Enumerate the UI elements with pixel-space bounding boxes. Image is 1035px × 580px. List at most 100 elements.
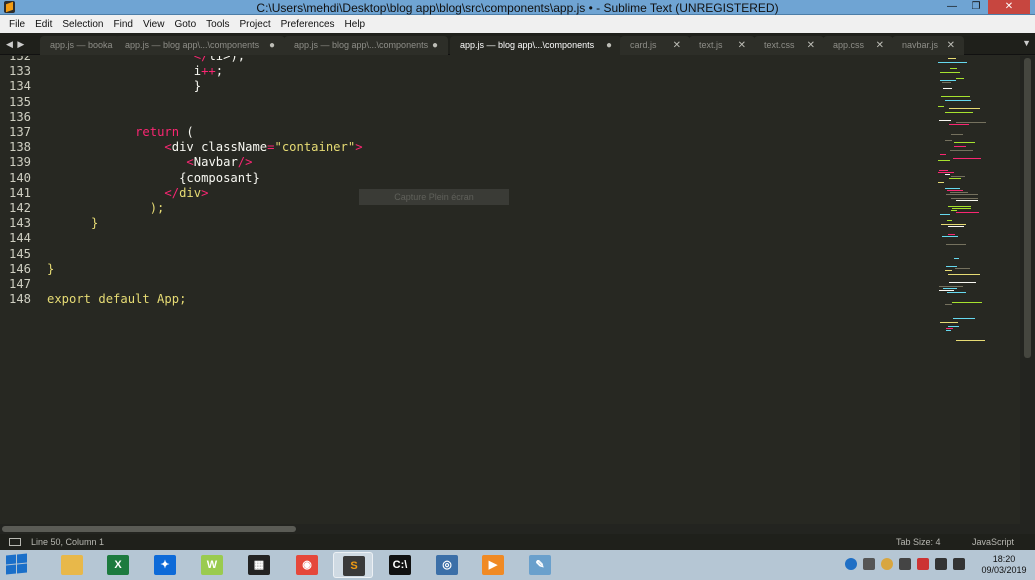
code-line[interactable]: 140 {composant}	[0, 171, 933, 186]
minimap-line	[943, 88, 952, 89]
tab-close-icon[interactable]: ✕	[738, 36, 746, 55]
tab-close-icon[interactable]: ✕	[876, 36, 884, 55]
tray-up-arrow-icon[interactable]	[863, 558, 875, 570]
tab-bar: ◀ ▶ ▼ app.js — booka app.js — blog app\..…	[0, 33, 1035, 55]
maximize-button[interactable]: ❐	[964, 0, 988, 14]
menu-goto[interactable]: Goto	[169, 19, 201, 30]
windows-logo-pane	[17, 553, 27, 564]
minimap-line	[946, 244, 966, 245]
unsaved-dot-icon[interactable]: ●	[432, 36, 438, 55]
taskbar-paint-app[interactable]: ▦	[239, 552, 279, 578]
tab-close-icon[interactable]: ✕	[947, 36, 955, 55]
action-center-icon[interactable]	[917, 558, 929, 570]
network-signal-icon[interactable]	[953, 558, 965, 570]
unsaved-dot-icon[interactable]: ●	[269, 36, 275, 55]
tab-3[interactable]: app.js — blog app\...\components ●	[450, 36, 622, 55]
code-line[interactable]: 144	[0, 231, 933, 246]
minimap-line	[948, 58, 956, 59]
minimap-line	[948, 274, 980, 275]
taskbar-command-prompt[interactable]: C:\	[380, 552, 420, 578]
tab-5[interactable]: text.js ✕	[689, 36, 755, 55]
menu-edit[interactable]: Edit	[30, 19, 57, 30]
code-line[interactable]: 133 i++;	[0, 64, 933, 79]
volume-icon[interactable]	[935, 558, 947, 570]
code-line[interactable]: 148 export default App;	[0, 292, 933, 307]
clock-time: 18:20	[992, 554, 1016, 564]
minimap-line	[945, 174, 950, 175]
minimap-line	[939, 120, 951, 121]
horizontal-scrollbar[interactable]	[0, 524, 1035, 534]
windows-logo-pane	[6, 554, 16, 565]
code-line[interactable]: 137 return (	[0, 125, 933, 140]
code-line[interactable]: 146}	[0, 262, 933, 277]
tab-4[interactable]: card.js ✕	[620, 36, 690, 55]
tab-close-icon[interactable]: ✕	[673, 36, 681, 55]
tab-7[interactable]: app.css ✕	[823, 36, 893, 55]
code-line[interactable]: 138 <div className="container">	[0, 140, 933, 155]
tab-6[interactable]: text.css ✕	[754, 36, 824, 55]
help-icon[interactable]	[845, 558, 857, 570]
menu-view[interactable]: View	[138, 19, 170, 30]
tab-list-dropdown-icon[interactable]: ▼	[1022, 38, 1031, 48]
menu-help[interactable]: Help	[340, 19, 371, 30]
taskbar-excel[interactable]: X	[98, 552, 138, 578]
tab-1[interactable]: app.js — blog app\...\components ●	[115, 36, 285, 55]
tab-close-icon[interactable]: ✕	[807, 36, 815, 55]
code-line[interactable]: 139 <Navbar/>	[0, 155, 933, 170]
taskbar-media-player[interactable]: ▶	[473, 552, 513, 578]
menu-project[interactable]: Project	[235, 19, 276, 30]
code-editor[interactable]: 148 export default App; 147 146} 145 144 143 }…	[0, 56, 933, 524]
line-number: 132	[8, 56, 31, 63]
minimap-line	[949, 282, 976, 283]
taskbar-disc-app[interactable]: ◎	[427, 552, 467, 578]
minimap-line	[945, 188, 960, 189]
cursor-position: Line 50, Column 1	[31, 537, 105, 547]
minimap-line	[951, 134, 963, 135]
tab-2[interactable]: app.js — blog app\...\components ●	[284, 36, 448, 55]
menu-file[interactable]: File	[4, 19, 30, 30]
code-line[interactable]: 135	[0, 95, 933, 110]
tab-size-selector[interactable]: Tab Size: 4	[896, 534, 941, 550]
tab-0[interactable]: app.js — booka	[40, 36, 120, 55]
code-line[interactable]: 145	[0, 247, 933, 262]
minimap[interactable]	[933, 56, 1020, 524]
code-line[interactable]: 136	[0, 110, 933, 125]
taskbar-dropbox[interactable]: ✦	[145, 552, 185, 578]
syntax-selector[interactable]: JavaScript	[972, 534, 1014, 550]
taskbar-file-explorer[interactable]	[52, 552, 92, 578]
chrome-icon: ◉	[296, 555, 318, 575]
unsaved-dot-icon[interactable]: ●	[606, 36, 612, 55]
minimap-line	[938, 106, 944, 107]
vertical-scroll-thumb[interactable]	[1024, 58, 1031, 358]
minimize-button[interactable]: —	[940, 0, 964, 14]
minimap-line	[949, 124, 969, 125]
close-button[interactable]: ✕	[988, 0, 1030, 14]
code-line[interactable]: 134 }	[0, 79, 933, 94]
taskbar-monitor-app[interactable]: W	[192, 552, 232, 578]
panel-toggle-icon[interactable]	[9, 538, 21, 546]
tray-app-icon[interactable]	[881, 558, 893, 570]
minimap-line	[947, 220, 952, 221]
taskbar-chrome[interactable]: ◉	[287, 552, 327, 578]
vertical-scrollbar[interactable]	[1020, 56, 1035, 524]
line-number: 143	[8, 216, 31, 231]
menu-selection[interactable]: Selection	[57, 19, 108, 30]
tab-nav-arrows[interactable]: ◀ ▶	[6, 39, 25, 50]
menu-tools[interactable]: Tools	[201, 19, 234, 30]
start-button[interactable]	[6, 553, 28, 575]
tab-8[interactable]: navbar.js ✕	[892, 36, 964, 55]
tray-device-icon[interactable]	[899, 558, 911, 570]
code-line[interactable]: 143 }	[0, 216, 933, 231]
code-line[interactable]: 132 </li>);	[0, 56, 933, 64]
horizontal-scroll-thumb[interactable]	[2, 526, 296, 532]
minimap-line	[956, 200, 978, 201]
menu-preferences[interactable]: Preferences	[276, 19, 340, 30]
taskbar-sublime-text[interactable]: S	[333, 552, 373, 578]
code-line[interactable]: 147	[0, 277, 933, 292]
minimap-line	[953, 158, 981, 159]
taskbar-notes-app[interactable]: ✎	[520, 552, 560, 578]
paint-app-icon: ▦	[248, 555, 270, 575]
menu-find[interactable]: Find	[109, 19, 138, 30]
taskbar-clock[interactable]: 18:20 09/03/2019	[979, 554, 1029, 576]
